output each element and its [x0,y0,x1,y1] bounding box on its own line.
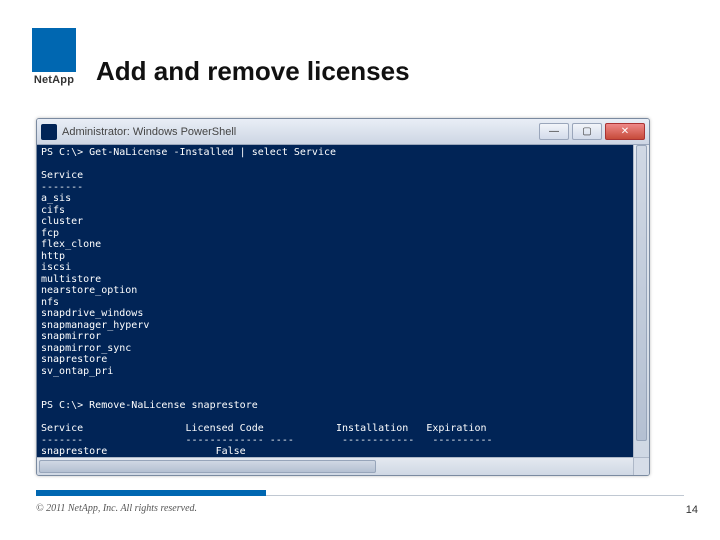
minimize-button[interactable]: — [539,123,569,140]
window-controls: — ▢ ✕ [539,123,645,140]
titlebar-left: Administrator: Windows PowerShell [41,124,236,140]
footer: © 2011 NetApp, Inc. All rights reserved. [36,503,676,514]
logo-block: NetApp [24,28,84,86]
console-output[interactable]: PS C:\> Get-NaLicense -Installed | selec… [37,145,633,457]
window-client: PS C:\> Get-NaLicense -Installed | selec… [37,145,649,457]
netapp-logo-icon [32,28,76,72]
resize-grip[interactable] [633,458,649,475]
maximize-button[interactable]: ▢ [572,123,602,140]
page-number: 14 [686,504,698,516]
brand-text: NetApp [24,74,84,86]
powershell-icon [41,124,57,140]
accent-bar [36,490,266,496]
window-title: Administrator: Windows PowerShell [62,126,236,138]
horizontal-scroll-thumb[interactable] [39,460,376,473]
copyright-text: © 2011 NetApp, Inc. All rights reserved. [36,503,197,514]
titlebar[interactable]: Administrator: Windows PowerShell — ▢ ✕ [37,119,649,145]
page-title: Add and remove licenses [96,56,410,87]
vertical-scrollbar[interactable] [633,145,649,457]
powershell-window: Administrator: Windows PowerShell — ▢ ✕ … [36,118,650,476]
horizontal-scrollbar[interactable] [37,457,649,475]
vertical-scroll-thumb[interactable] [636,145,647,441]
slide: NetApp Add and remove licenses Administr… [0,0,720,540]
close-button[interactable]: ✕ [605,123,645,140]
